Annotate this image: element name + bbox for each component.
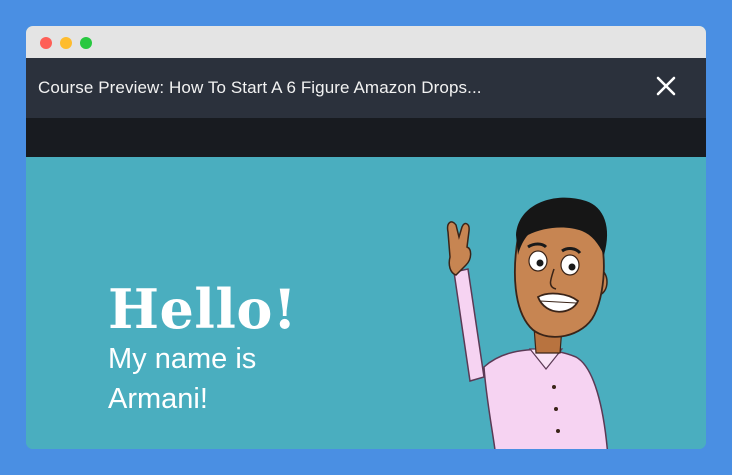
close-icon[interactable]	[652, 72, 680, 100]
intro-line-2: Armani!	[108, 383, 208, 415]
browser-window: Course Preview: How To Start A 6 Figure …	[26, 26, 706, 449]
modal-title: Course Preview: How To Start A 6 Figure …	[38, 78, 482, 97]
window-zoom-button[interactable]	[80, 37, 92, 49]
modal-header: Course Preview: How To Start A 6 Figure …	[26, 58, 706, 118]
window-close-button[interactable]	[40, 37, 52, 49]
waving-man-illustration	[446, 197, 609, 449]
intro-line-1: My name is	[108, 343, 257, 375]
window-titlebar	[26, 26, 706, 58]
greeting-text: Hello!	[108, 277, 298, 341]
video-player[interactable]: Hello! My name is Armani!	[26, 157, 706, 449]
window-minimize-button[interactable]	[60, 37, 72, 49]
video-top-bar	[26, 118, 706, 157]
